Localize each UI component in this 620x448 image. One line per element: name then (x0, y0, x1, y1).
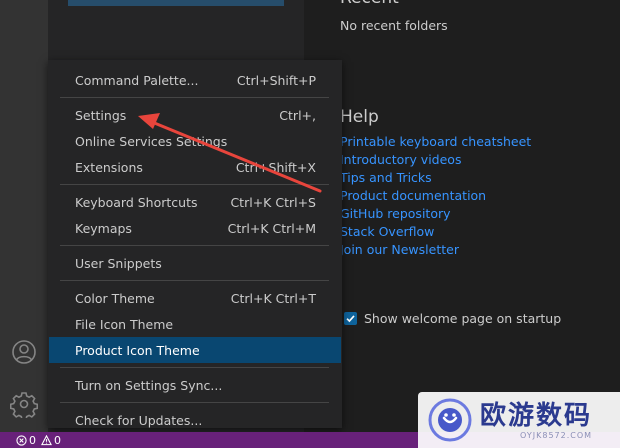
show-welcome-toggle[interactable]: Show welcome page on startup (344, 311, 561, 326)
no-recent-folders-text: No recent folders (340, 18, 448, 33)
menu-item-label: User Snippets (75, 255, 162, 271)
menu-item-keyboard-shortcuts[interactable]: Keyboard Shortcuts Ctrl+K Ctrl+S (48, 189, 342, 215)
menu-item-label: Color Theme (75, 290, 155, 306)
menu-item-label: Extensions (75, 159, 143, 175)
help-heading: Help (340, 107, 379, 127)
watermark-logo-icon (426, 396, 474, 444)
menu-item-keymaps[interactable]: Keymaps Ctrl+K Ctrl+M (48, 215, 342, 241)
warning-count: 0 (54, 433, 61, 447)
welcome-page: Recent No recent folders Help Printable … (304, 0, 620, 432)
problems-indicator[interactable]: 0 0 (16, 434, 66, 447)
manage-menu: Command Palette... Ctrl+Shift+P Settings… (48, 60, 342, 428)
help-links: Printable keyboard cheatsheet Introducto… (340, 133, 531, 259)
menu-item-label: Turn on Settings Sync... (75, 377, 223, 393)
menu-item-label: Online Services Settings (75, 133, 228, 149)
menu-item-label: Keymaps (75, 220, 132, 236)
menu-item-file-icon-theme[interactable]: File Icon Theme (48, 311, 342, 337)
help-link-keyboard-cheatsheet[interactable]: Printable keyboard cheatsheet (340, 133, 531, 151)
menu-item-label: Command Palette... (75, 72, 199, 88)
menu-separator (60, 280, 329, 281)
watermark-url: OYJK8572.COM (520, 430, 593, 440)
menu-item-label: File Icon Theme (75, 316, 174, 332)
menu-item-color-theme[interactable]: Color Theme Ctrl+K Ctrl+T (48, 285, 342, 311)
menu-separator (60, 97, 329, 98)
menu-item-shortcut: Ctrl+, (279, 107, 316, 123)
menu-item-user-snippets[interactable]: User Snippets (48, 250, 342, 276)
error-icon (16, 434, 27, 446)
menu-item-check-for-updates[interactable]: Check for Updates... (48, 407, 342, 433)
menu-item-shortcut: Ctrl+K Ctrl+M (227, 220, 316, 236)
error-count: 0 (29, 433, 36, 447)
menu-item-settings-sync[interactable]: Turn on Settings Sync... (48, 372, 342, 398)
menu-item-shortcut: Ctrl+Shift+P (236, 72, 316, 88)
manage-gear-icon[interactable] (10, 390, 38, 418)
help-link-tips-and-tricks[interactable]: Tips and Tricks (340, 169, 531, 187)
activity-bar (0, 0, 48, 432)
menu-item-label: Product Icon Theme (75, 342, 200, 358)
recent-heading: Recent (340, 0, 399, 8)
help-link-introductory-videos[interactable]: Introductory videos (340, 151, 531, 169)
menu-item-label: Settings (75, 107, 127, 123)
help-link-stack-overflow[interactable]: Stack Overflow (340, 223, 531, 241)
menu-separator (60, 184, 329, 185)
account-icon[interactable] (10, 338, 38, 366)
help-link-product-documentation[interactable]: Product documentation (340, 187, 531, 205)
watermark-brand: 欧游数码 (480, 400, 593, 431)
menu-item-shortcut: Ctrl+Shift+X (235, 159, 316, 175)
warning-icon (41, 434, 52, 445)
menu-item-label: Keyboard Shortcuts (75, 194, 198, 210)
menu-item-shortcut: Ctrl+K Ctrl+S (230, 194, 316, 210)
help-link-github-repository[interactable]: GitHub repository (340, 205, 531, 223)
menu-separator (60, 402, 329, 403)
menu-item-shortcut: Ctrl+K Ctrl+T (230, 290, 316, 306)
side-bar-selected-row (68, 0, 284, 6)
watermark: 欧游数码 OYJK8572.COM (418, 392, 620, 448)
menu-item-product-icon-theme[interactable]: Product Icon Theme (49, 337, 341, 363)
menu-separator (60, 367, 329, 368)
watermark-text: 欧游数码 OYJK8572.COM (480, 401, 592, 440)
menu-item-extensions[interactable]: Extensions Ctrl+Shift+X (48, 154, 342, 180)
menu-item-command-palette[interactable]: Command Palette... Ctrl+Shift+P (48, 67, 342, 93)
menu-item-settings[interactable]: Settings Ctrl+, (48, 102, 342, 128)
show-welcome-label: Show welcome page on startup (364, 311, 562, 326)
menu-item-online-services-settings[interactable]: Online Services Settings (48, 128, 342, 154)
help-link-newsletter[interactable]: Join our Newsletter (340, 241, 531, 259)
show-welcome-checkbox[interactable] (344, 312, 357, 325)
menu-separator (60, 245, 329, 246)
menu-item-label: Check for Updates... (75, 412, 203, 428)
